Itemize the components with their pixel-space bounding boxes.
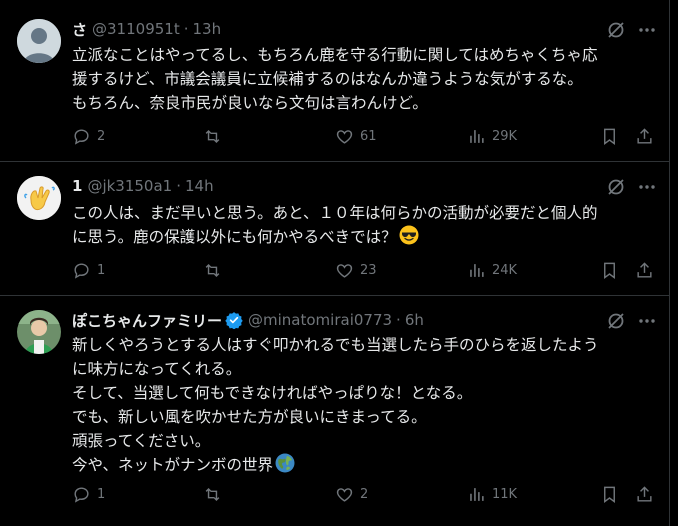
tweet-text-line-content: に思う。鹿の保護以外にも何かやるべきでは？ <box>72 228 397 246</box>
reply-icon <box>74 262 89 279</box>
action-bar: 1 2 11K <box>72 484 658 504</box>
share-button[interactable] <box>635 484 654 504</box>
grok-icon[interactable] <box>606 20 626 40</box>
user-handle[interactable]: @jk3150a1 <box>87 177 172 195</box>
repost-button[interactable] <box>203 126 228 146</box>
heart-icon <box>336 129 353 144</box>
bookmark-icon <box>604 128 615 145</box>
globe-icon <box>275 453 295 473</box>
action-bar: 2 61 29K <box>72 126 658 146</box>
tweet-text-line: この人は、まだ早いと思う。あと、１０年は何らかの活動が必要だと個人的 <box>72 204 598 222</box>
like-button[interactable]: 61 <box>335 126 377 146</box>
tweet-header: さ @3110951t · 13h <box>72 19 221 39</box>
bookmark-button[interactable] <box>600 126 619 146</box>
tweet[interactable]: さ @3110951t · 13h 立派なことはやってるし、もちろん鹿を守る行動… <box>0 0 670 162</box>
repost-button[interactable] <box>203 484 228 504</box>
reply-count: 1 <box>97 486 106 502</box>
separator-dot: · <box>176 177 181 195</box>
analytics-icon <box>470 487 484 501</box>
view-count: 24K <box>492 262 518 278</box>
reply-icon <box>74 128 89 145</box>
share-icon <box>637 127 652 144</box>
like-count: 2 <box>360 486 369 502</box>
user-handle[interactable]: @3110951t <box>92 20 180 38</box>
views-button[interactable]: 29K <box>467 126 517 146</box>
timestamp[interactable]: 14h <box>185 177 214 195</box>
like-button[interactable]: 2 <box>335 484 368 504</box>
tweet-text: この人は、まだ早いと思う。あと、１０年は何らかの活動が必要だと個人的 に思う。鹿… <box>72 201 657 249</box>
tweet-text-line: 援するけど、市議会議員に立候補するのはなんか違うような気がするな。 <box>72 70 583 88</box>
tweet-header: ぽこちゃんファミリー @minatomirai0773 · 6h <box>72 310 424 330</box>
tweet-text-line: でも、新しい風を吹かせた方が良いにきまってる。 <box>72 408 427 426</box>
reply-button[interactable]: 1 <box>72 484 105 504</box>
views-button[interactable]: 11K <box>467 484 517 504</box>
analytics-icon <box>470 263 484 277</box>
grok-icon[interactable] <box>606 311 626 331</box>
avatar[interactable] <box>17 176 61 220</box>
bookmark-button[interactable] <box>600 484 619 504</box>
reply-count: 2 <box>97 128 106 144</box>
action-bar: 1 23 24K <box>72 260 658 280</box>
timeline: さ @3110951t · 13h 立派なことはやってるし、もちろん鹿を守る行動… <box>0 0 670 526</box>
reply-icon <box>74 486 89 503</box>
tweet-text-line: に思う。鹿の保護以外にも何かやるべきでは？ <box>72 225 657 249</box>
tweet-text-line: 今や、ネットがナンボの世界 <box>72 453 657 477</box>
tweet-text-line: 新しくやろうとする人はすぐ叩かれるでも当選したら手のひらを返したよう <box>72 336 599 354</box>
avatar[interactable] <box>17 19 61 63</box>
view-count: 29K <box>492 128 518 144</box>
like-count: 61 <box>360 128 377 144</box>
tweet-header: 1 @jk3150a1 · 14h <box>72 176 214 196</box>
share-icon <box>637 261 652 278</box>
display-name[interactable]: さ <box>72 19 87 40</box>
repost-icon <box>205 129 220 143</box>
repost-icon <box>205 487 220 501</box>
display-name[interactable]: 1 <box>72 177 82 195</box>
share-button[interactable] <box>635 260 654 280</box>
heart-icon <box>336 263 353 278</box>
tweet-text-line: もちろん、奈良市民が良いなら文句は言わんけど。 <box>72 94 428 112</box>
more-options-icon[interactable] <box>637 177 657 197</box>
reply-button[interactable]: 1 <box>72 260 105 280</box>
reply-count: 1 <box>97 262 106 278</box>
tweet-text-line: に味方になってくれる。 <box>72 360 242 378</box>
scrollbar[interactable] <box>670 0 678 526</box>
tweet[interactable]: 1 @jk3150a1 · 14h この人は、まだ早いと思う。あと、１０年は何ら… <box>0 162 670 296</box>
timestamp[interactable]: 6h <box>405 311 424 329</box>
bookmark-icon <box>604 262 615 279</box>
repost-button[interactable] <box>203 260 228 280</box>
tweet-text-line: 立派なことはやってるし、もちろん鹿を守る行動に関してはめちゃくちゃ応 <box>72 46 598 64</box>
reply-button[interactable]: 2 <box>72 126 105 146</box>
like-button[interactable]: 23 <box>335 260 377 280</box>
verified-badge-icon <box>225 311 243 329</box>
avatar[interactable] <box>17 310 61 354</box>
view-count: 11K <box>492 486 518 502</box>
tweet[interactable]: ぽこちゃんファミリー @minatomirai0773 · 6h 新しくやろうと… <box>0 296 670 526</box>
analytics-icon <box>470 129 484 143</box>
more-options-icon[interactable] <box>637 311 657 331</box>
bookmark-icon <box>604 486 615 503</box>
repost-icon <box>205 263 220 277</box>
bookmark-button[interactable] <box>600 260 619 280</box>
smiling-face-with-sunglasses-icon <box>399 225 419 245</box>
separator-dot: · <box>396 311 401 329</box>
tweet-text-line: 頑張ってください。 <box>72 432 211 450</box>
share-icon <box>637 485 652 502</box>
share-button[interactable] <box>635 126 654 146</box>
views-button[interactable]: 24K <box>467 260 517 280</box>
tweet-text: 新しくやろうとする人はすぐ叩かれるでも当選したら手のひらを返したよう に味方にな… <box>72 333 657 477</box>
heart-icon <box>336 487 353 502</box>
tweet-text: 立派なことはやってるし、もちろん鹿を守る行動に関してはめちゃくちゃ応 援するけど… <box>72 43 657 115</box>
timestamp[interactable]: 13h <box>192 20 221 38</box>
like-count: 23 <box>360 262 377 278</box>
grok-icon[interactable] <box>606 177 626 197</box>
display-name[interactable]: ぽこちゃんファミリー <box>72 310 222 331</box>
more-options-icon[interactable] <box>637 20 657 40</box>
tweet-text-line-content: 今や、ネットがナンボの世界 <box>72 456 274 474</box>
separator-dot: · <box>183 20 189 38</box>
user-handle[interactable]: @minatomirai0773 <box>248 311 392 329</box>
tweet-text-line: そして、当選して何もできなければやっぱりな！となる。 <box>72 384 473 402</box>
